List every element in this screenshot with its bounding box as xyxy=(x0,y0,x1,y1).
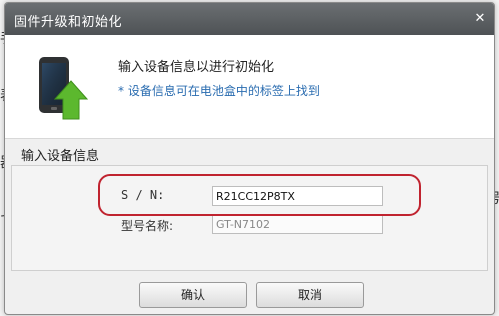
cancel-button[interactable]: 取消 xyxy=(256,282,364,308)
dialog-header: 输入设备信息以进行初始化 * 设备信息可在电池盒中的标签上找到 xyxy=(5,35,494,139)
model-name-field[interactable]: GT-N7102 xyxy=(212,214,383,234)
model-name-label: 型号名称: xyxy=(121,219,174,233)
close-icon[interactable]: ✕ xyxy=(472,11,488,27)
phone-upgrade-icon xyxy=(39,57,89,120)
dialog-heading: 输入设备信息以进行初始化 xyxy=(118,60,275,75)
hint-text: * 设备信息可在电池盒中的标签上找到 xyxy=(118,84,320,98)
dialog-title: 固件升级和初始化 xyxy=(14,15,123,30)
firmware-dialog: 固件升级和初始化 ✕ 输入设备信息以进行初始化 * 设备信息可在电池盒中的标签上… xyxy=(4,2,495,315)
section-label: 输入设备信息 xyxy=(21,149,100,164)
title-bar[interactable]: 固件升级和初始化 ✕ xyxy=(5,3,494,35)
serial-number-label: S / N: xyxy=(121,188,165,202)
confirm-button[interactable]: 确认 xyxy=(139,282,247,308)
serial-number-field[interactable]: R21CC12P8TX xyxy=(212,186,383,206)
device-info-panel: S / N: R21CC12P8TX 型号名称: GT-N7102 xyxy=(11,165,488,271)
